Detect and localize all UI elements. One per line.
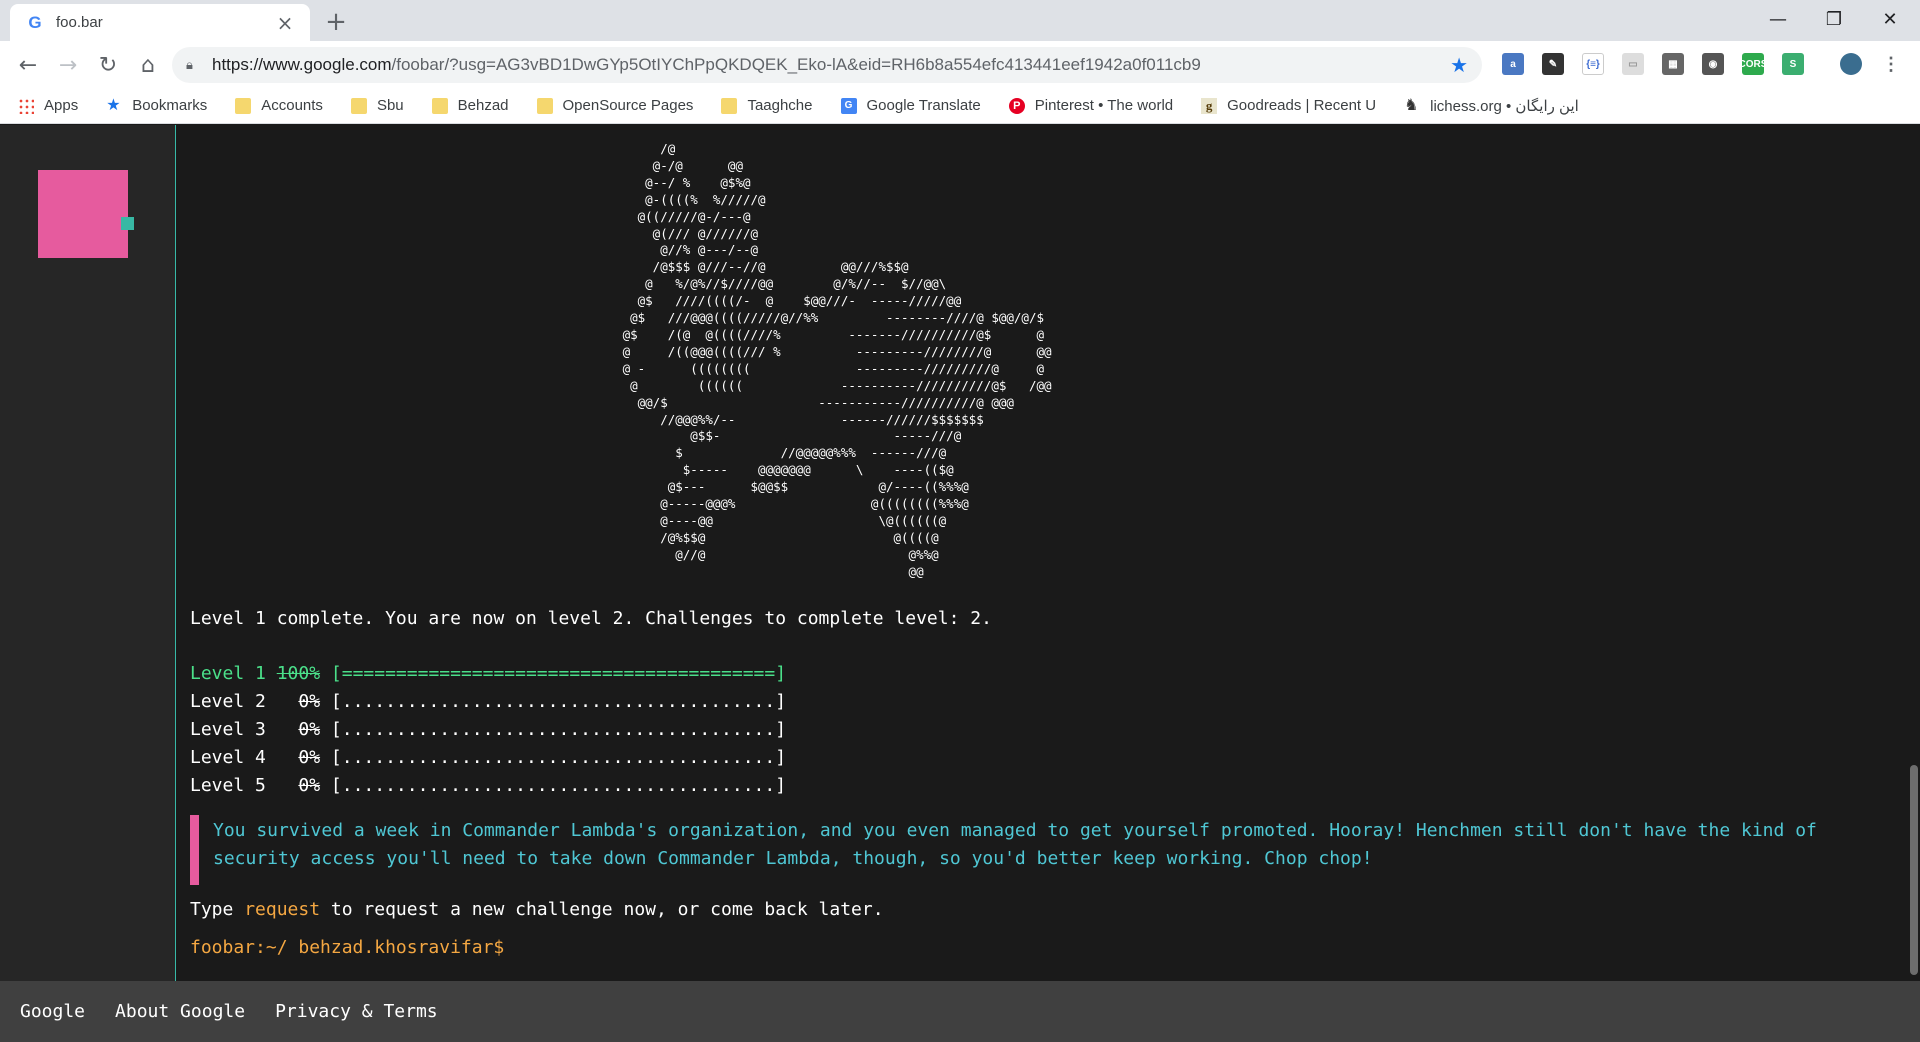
close-window-button[interactable]: ✕	[1860, 0, 1920, 38]
message-accent-bar	[190, 815, 199, 885]
chess-knight-icon: ♞	[1404, 96, 1419, 114]
bookmark-star-icon[interactable]: ★	[1450, 53, 1468, 77]
bookmark-opensource-pages[interactable]: OpenSource Pages	[536, 97, 693, 114]
bookmark-lichess[interactable]: ♞ lichess.org • اين رايگان	[1404, 97, 1579, 115]
google-favicon-icon: G	[28, 12, 42, 32]
footer-link-privacy-terms[interactable]: Privacy & Terms	[275, 1001, 438, 1022]
level-percent: 100%	[276, 663, 321, 684]
home-button[interactable]: ⌂	[132, 49, 164, 81]
level-row: Level 1 100% [==========================…	[190, 663, 787, 684]
back-button[interactable]: ←	[12, 49, 44, 81]
foobar-page: /@ @-/@ @@ @--/ % @$%@ @-((((% %/////@ @…	[0, 125, 1920, 981]
url-text: https://www.google.com/foobar/?usg=AG3vB…	[212, 55, 1201, 74]
foobar-logo-block	[38, 170, 128, 258]
star-icon: ★	[106, 96, 121, 114]
folder-icon	[431, 97, 448, 114]
extension-icon[interactable]: S	[1782, 53, 1804, 75]
request-command[interactable]: request	[244, 899, 320, 920]
terminal[interactable]: /@ @-/@ @@ @--/ % @$%@ @-((((% %/////@ @…	[190, 125, 1890, 981]
minimize-button[interactable]: —	[1748, 0, 1808, 38]
rail-divider	[175, 125, 176, 981]
bookmark-taaghche[interactable]: Taaghche	[721, 97, 813, 114]
level-percent: 0%	[298, 747, 321, 768]
extension-icon[interactable]: ▭	[1622, 53, 1644, 75]
folder-icon	[721, 97, 738, 114]
level-row: Level 4 0% [............................…	[190, 747, 787, 768]
restore-button[interactable]: ❐	[1804, 0, 1864, 38]
prompt-text: foobar:~/ behzad.khosravifar$	[190, 937, 505, 958]
footer-link-google[interactable]: Google	[20, 1001, 85, 1022]
pinterest-icon: P	[1008, 97, 1025, 114]
bookmarks-bar: Apps ★ Bookmarks Accounts Sbu Behzad Ope…	[0, 88, 1920, 124]
cors-extension-icon[interactable]: CORS	[1739, 53, 1767, 75]
extension-icon[interactable]: a	[1502, 53, 1524, 75]
bookmark-behzad[interactable]: Behzad	[431, 97, 509, 114]
address-bar[interactable]: 🔒︎ https://www.google.com/foobar/?usg=AG…	[172, 47, 1482, 83]
folder-icon	[350, 97, 367, 114]
footer-link-about-google[interactable]: About Google	[115, 1001, 245, 1022]
command-prompt[interactable]: foobar:~/ behzad.khosravifar$	[190, 937, 504, 958]
new-tab-button[interactable]: +	[322, 8, 350, 36]
close-tab-icon[interactable]: ×	[274, 12, 296, 34]
message-text: You survived a week in Commander Lambda'…	[213, 820, 1817, 869]
level-percent: 0%	[298, 691, 321, 712]
bookmark-goodreads[interactable]: g Goodreads | Recent U	[1201, 97, 1376, 114]
extension-icon[interactable]: ◉	[1702, 53, 1724, 75]
level-progress-bar: [.......................................…	[330, 719, 787, 740]
browser-tab[interactable]: G foo.bar ×	[10, 4, 310, 41]
menu-kebab-icon[interactable]: ⋮	[1880, 53, 1902, 75]
lock-icon: 🔒︎	[186, 58, 193, 73]
bookmark-sbu[interactable]: Sbu	[350, 97, 404, 114]
instruction-line: Type request to request a new challenge …	[190, 899, 884, 920]
logo-accent	[121, 217, 134, 230]
goodreads-icon: g	[1201, 97, 1218, 114]
level-row: Level 2 0% [............................…	[190, 691, 787, 712]
extension-icon[interactable]: ▦	[1662, 53, 1684, 75]
apps-grid-icon	[18, 97, 34, 114]
tab-strip: G foo.bar × + — ❐ ✕	[0, 0, 1920, 41]
level-progress-bar: [.......................................…	[330, 691, 787, 712]
level-progress-bar: [.......................................…	[330, 747, 787, 768]
bookmark-accounts[interactable]: Accounts	[235, 97, 323, 114]
forward-button[interactable]: →	[52, 49, 84, 81]
footer: Google About Google Privacy & Terms	[0, 981, 1920, 1042]
level-percent: 0%	[298, 775, 321, 796]
level-progress-bar: [.......................................…	[330, 775, 787, 796]
bookmark-google-translate[interactable]: G Google Translate	[840, 97, 981, 114]
extension-icon[interactable]: ✎	[1542, 53, 1564, 75]
bookmark-bookmarks[interactable]: ★ Bookmarks	[106, 97, 207, 114]
page-scrollbar[interactable]	[1908, 125, 1920, 981]
json-extension-icon[interactable]: {≡}	[1582, 53, 1604, 75]
folder-icon	[536, 97, 553, 114]
left-rail	[0, 125, 175, 981]
tab-title: foo.bar	[56, 14, 103, 31]
translate-icon: G	[840, 97, 857, 114]
status-line: Level 1 complete. You are now on level 2…	[190, 608, 992, 629]
level-row: Level 3 0% [............................…	[190, 719, 787, 740]
folder-icon	[235, 97, 252, 114]
level-row: Level 5 0% [............................…	[190, 775, 787, 796]
bookmark-apps[interactable]: Apps	[18, 97, 78, 114]
bookmark-pinterest[interactable]: P Pinterest • The world	[1008, 97, 1173, 114]
browser-toolbar: ← → ↻ ⌂ 🔒︎ https://www.google.com/foobar…	[0, 41, 1920, 88]
profile-avatar[interactable]	[1840, 53, 1862, 75]
level-percent: 0%	[298, 719, 321, 740]
scrollbar-thumb[interactable]	[1910, 765, 1918, 975]
ascii-art: /@ @-/@ @@ @--/ % @$%@ @-((((% %/////@ @…	[622, 141, 1052, 579]
level-progress-bar: [=======================================…	[330, 663, 787, 684]
reload-button[interactable]: ↻	[92, 49, 124, 81]
